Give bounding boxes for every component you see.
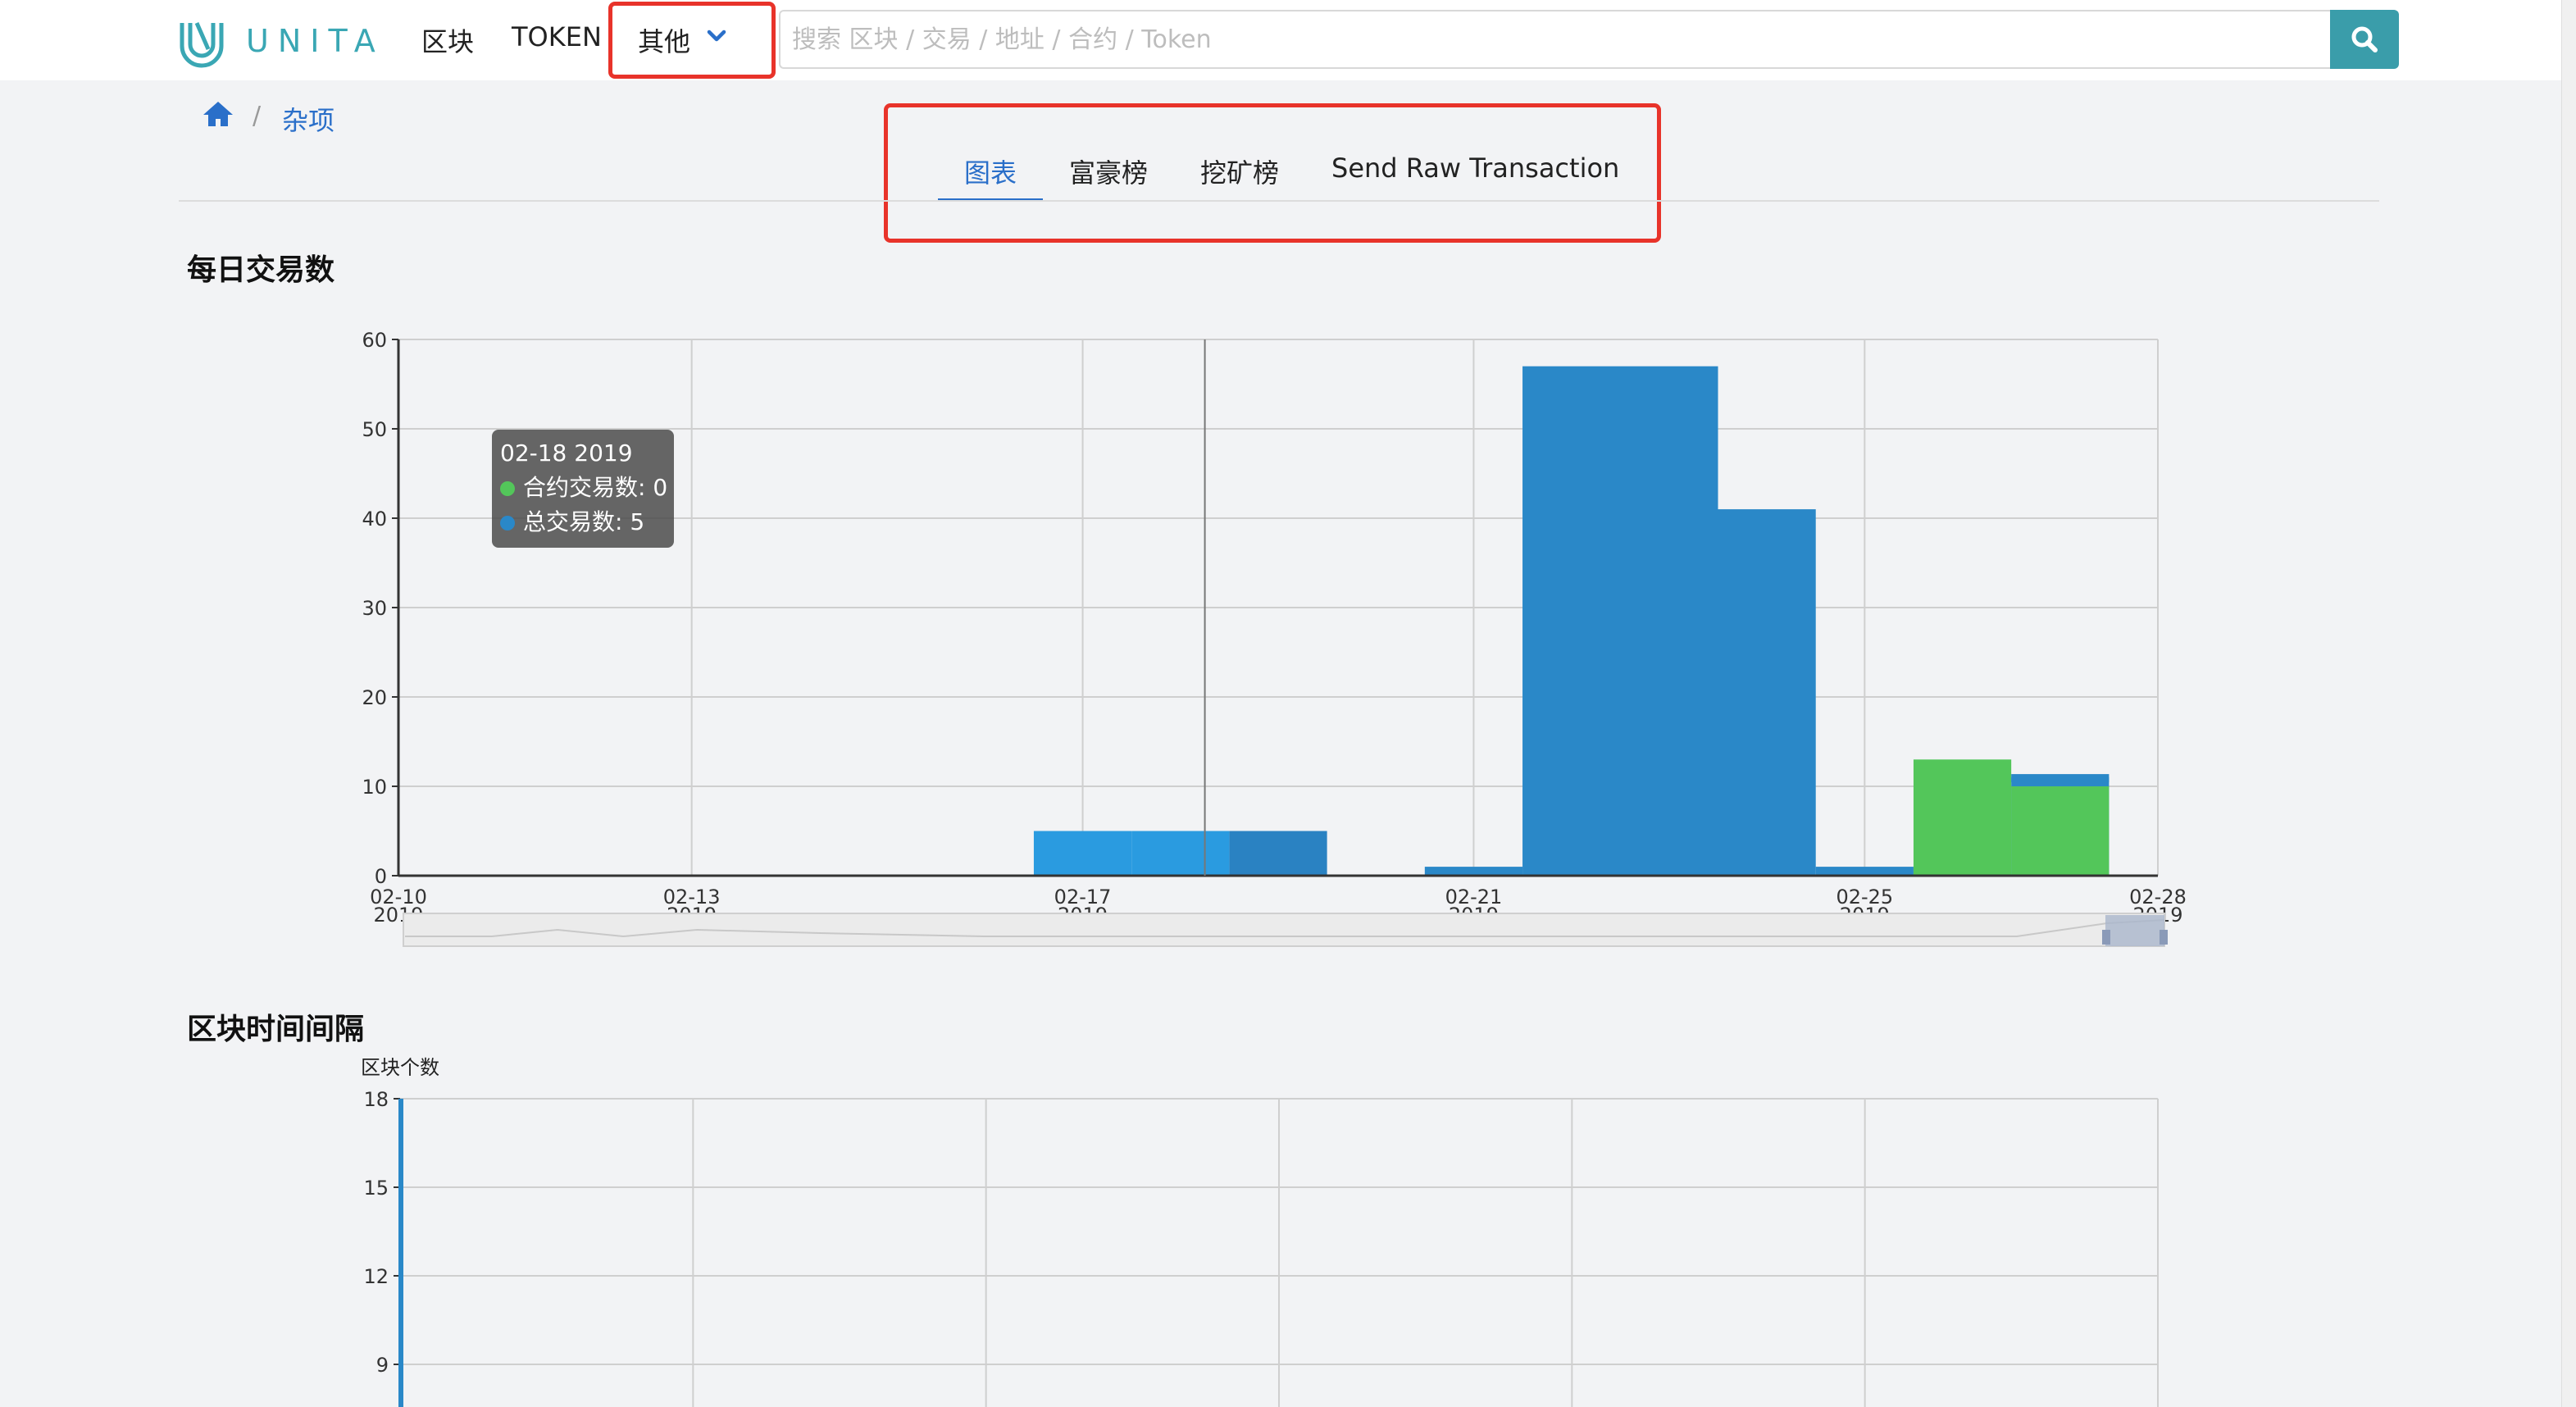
search-icon <box>2351 26 2378 52</box>
top-navbar: UNITA 区块 TOKEN 其他 <box>0 0 2561 80</box>
bar-contract-transactions <box>2011 786 2109 876</box>
datazoom-slider <box>403 913 2165 947</box>
tab-send-raw-transaction[interactable]: Send Raw Transaction <box>1331 153 1619 184</box>
breadcrumb-current[interactable]: 杂项 <box>282 100 335 138</box>
bar-total-transactions <box>1522 366 1718 876</box>
y-tick-label: 20 <box>362 686 387 709</box>
bar-total-transactions <box>1131 831 1230 876</box>
nav-block[interactable]: 区块 <box>421 21 474 59</box>
tab-charts[interactable]: 图表 <box>964 153 1017 190</box>
datazoom-handle-left <box>2102 930 2110 945</box>
datazoom-window <box>2105 915 2164 946</box>
tooltip-date: 02-18 2019 <box>500 439 633 467</box>
contract-series-dot <box>500 481 515 496</box>
tab-rich-list[interactable]: 富豪榜 <box>1069 153 1148 190</box>
y-tick-label: 30 <box>362 597 387 620</box>
y-tick-label: 60 <box>362 329 387 352</box>
daily-transactions-title: 每日交易数 <box>187 253 335 287</box>
y-tick-label: 15 <box>363 1177 389 1200</box>
tooltip-contract-value: 合约交易数: 0 <box>523 474 668 501</box>
datazoom-handle-right <box>2160 930 2168 945</box>
tooltip-row-total: 总交易数: 5 <box>500 505 674 540</box>
bar-contract-transactions <box>1913 759 2012 876</box>
brand-name[interactable]: UNITA <box>246 23 385 59</box>
search-input[interactable] <box>779 10 2333 69</box>
home-icon[interactable] <box>202 100 234 128</box>
bar-total-transactions-cap <box>2011 774 2109 783</box>
y-tick-label: 50 <box>362 418 387 441</box>
y-tick-label: 9 <box>376 1354 389 1377</box>
tab-mining-rank[interactable]: 挖矿榜 <box>1200 153 1279 190</box>
breadcrumb-separator: / <box>253 102 262 130</box>
search-button[interactable] <box>2330 10 2399 69</box>
bar-total-transactions <box>1718 509 1816 876</box>
y-tick-label: 0 <box>375 865 387 888</box>
total-series-dot <box>500 516 515 530</box>
daily-transactions-chart[interactable]: 010203040506002-10201902-13201902-172019… <box>0 312 2576 968</box>
bar-total-transactions <box>1815 867 1914 876</box>
block-interval-title: 区块时间间隔 <box>187 1013 365 1046</box>
tooltip-row-contract: 合约交易数: 0 <box>500 471 674 505</box>
bar-block-count <box>398 1099 403 1407</box>
y-tick-label: 18 <box>363 1088 389 1111</box>
bar-total-transactions <box>1424 867 1523 876</box>
tooltip-total-value: 总交易数: 5 <box>523 508 645 535</box>
bar-total-transactions <box>1229 831 1327 876</box>
y-tick-label: 40 <box>362 508 387 530</box>
y-tick-label: 10 <box>362 776 387 799</box>
chart-tooltip: 02-18 2019 合约交易数: 0 总交易数: 5 <box>492 430 674 548</box>
block-interval-chart[interactable]: 9 12 15 18 <box>0 1050 2576 1407</box>
bar-total-transactions <box>1033 831 1132 876</box>
y-tick-label: 12 <box>363 1265 389 1288</box>
highlight-box-menu <box>608 2 776 79</box>
nav-token[interactable]: TOKEN <box>512 21 602 52</box>
tabs-divider <box>179 200 2379 202</box>
